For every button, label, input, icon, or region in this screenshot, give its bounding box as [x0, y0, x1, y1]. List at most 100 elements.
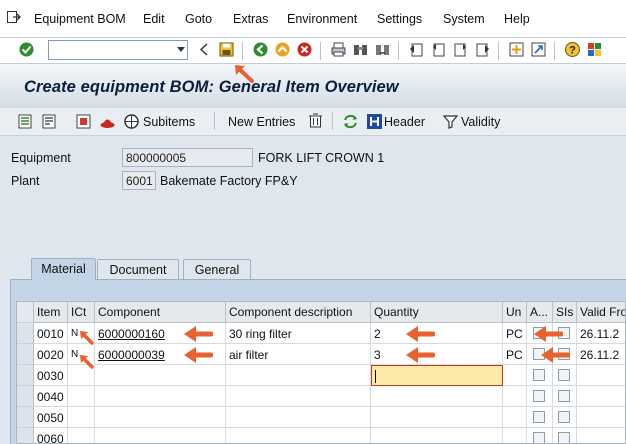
quantity-cell[interactable] — [371, 386, 503, 407]
column-header-item[interactable]: Item — [34, 302, 68, 323]
cancel-icon[interactable] — [296, 41, 313, 58]
menu-help[interactable]: Help — [504, 12, 530, 26]
enter-check-icon[interactable] — [18, 41, 35, 58]
quantity-cell[interactable]: 3 — [371, 344, 503, 365]
shortcut-icon[interactable] — [530, 41, 547, 58]
tab-material[interactable]: Material — [31, 258, 96, 280]
assembly-checkbox[interactable] — [533, 369, 545, 381]
quantity-cell[interactable] — [371, 428, 503, 443]
component-cell[interactable] — [95, 428, 226, 443]
sis-checkbox[interactable] — [558, 432, 570, 443]
last-page-icon[interactable] — [474, 41, 491, 58]
column-header-unit[interactable]: Un — [503, 302, 527, 323]
row-selector[interactable] — [17, 386, 34, 407]
tab-document[interactable]: Document — [97, 259, 179, 279]
annotation-arrow-component-2 — [184, 347, 213, 363]
toolbar-separator — [498, 42, 499, 60]
column-header-ict[interactable]: ICt — [68, 302, 95, 323]
unit-cell[interactable] — [503, 386, 527, 407]
item-category-cell[interactable] — [68, 428, 95, 443]
column-header-quantity[interactable]: Quantity — [371, 302, 503, 323]
column-header-component-description[interactable]: Component description — [226, 302, 371, 323]
tab-general[interactable]: General — [183, 259, 251, 279]
annotation-arrow-save — [235, 65, 254, 83]
column-header-assembly[interactable]: A... — [527, 302, 553, 323]
equipment-field: 800000005 — [122, 148, 253, 167]
back-small-icon[interactable] — [196, 41, 213, 58]
command-field[interactable] — [48, 40, 188, 60]
quantity-input-focused[interactable] — [371, 365, 503, 386]
customize-layout-icon[interactable] — [586, 41, 603, 58]
exit-icon[interactable] — [7, 11, 21, 23]
delete-icon[interactable] — [307, 112, 324, 129]
column-header-valid-from[interactable]: Valid Fro — [577, 302, 625, 323]
menu-system[interactable]: System — [443, 12, 485, 26]
new-entries-button[interactable]: New Entries — [228, 115, 295, 129]
menu-equipment-bom[interactable]: Equipment BOM — [34, 12, 126, 26]
item-category-cell[interactable] — [68, 386, 95, 407]
validity-filter-icon — [442, 115, 459, 129]
user-hat-icon[interactable] — [99, 113, 116, 130]
annotation-arrow-assembly-2 — [541, 347, 570, 363]
print-icon[interactable] — [330, 41, 347, 58]
validity-button[interactable]: Validity — [461, 115, 500, 129]
select-all-corner[interactable] — [17, 302, 34, 323]
assembly-cell — [527, 407, 553, 428]
header-button[interactable]: Header — [384, 115, 425, 129]
item-detail-icon[interactable] — [41, 113, 58, 130]
menu-extras[interactable]: Extras — [233, 12, 268, 26]
assembly-checkbox[interactable] — [533, 432, 545, 443]
component-cell[interactable] — [95, 407, 226, 428]
sis-checkbox[interactable] — [558, 369, 570, 381]
quantity-cell[interactable] — [371, 407, 503, 428]
row-selector[interactable] — [17, 344, 34, 365]
find-next-icon[interactable] — [374, 41, 391, 58]
row-selector[interactable] — [17, 323, 34, 344]
chevron-down-icon[interactable] — [177, 47, 185, 52]
save-icon[interactable] — [218, 41, 235, 58]
row-selector[interactable] — [17, 407, 34, 428]
component-description-cell — [226, 386, 371, 407]
plant-label: Plant — [11, 174, 40, 188]
exit-up-icon[interactable] — [274, 41, 291, 58]
unit-cell[interactable] — [503, 407, 527, 428]
menu-environment[interactable]: Environment — [287, 12, 357, 26]
assembly-checkbox[interactable] — [533, 411, 545, 423]
back-icon[interactable] — [252, 41, 269, 58]
item-category-cell[interactable] — [68, 407, 95, 428]
sis-checkbox[interactable] — [558, 390, 570, 402]
subitems-button[interactable]: Subitems — [143, 115, 195, 129]
subitems-icon — [124, 114, 139, 129]
column-header-sis[interactable]: SIs — [553, 302, 577, 323]
component-icon[interactable] — [75, 113, 92, 130]
create-session-icon[interactable] — [508, 41, 525, 58]
equipment-value: 800000005 — [126, 151, 187, 165]
unit-cell[interactable]: PC — [503, 323, 527, 344]
menu-goto[interactable]: Goto — [185, 12, 212, 26]
unit-cell[interactable] — [503, 428, 527, 443]
first-page-icon[interactable] — [408, 41, 425, 58]
menu-settings[interactable]: Settings — [377, 12, 422, 26]
row-selector[interactable] — [17, 365, 34, 386]
item-cell: 0030 — [34, 365, 68, 386]
quantity-cell[interactable]: 2 — [371, 323, 503, 344]
next-page-icon[interactable] — [452, 41, 469, 58]
row-selector[interactable] — [17, 428, 34, 443]
component-cell[interactable] — [95, 386, 226, 407]
previous-page-icon[interactable] — [430, 41, 447, 58]
unit-cell[interactable] — [503, 365, 527, 386]
menu-edit[interactable]: Edit — [143, 12, 165, 26]
assembly-checkbox[interactable] — [533, 390, 545, 402]
valid-from-cell: 26.11.2 — [577, 344, 625, 365]
find-icon[interactable] — [352, 41, 369, 58]
unit-cell[interactable]: PC — [503, 344, 527, 365]
component-cell[interactable] — [95, 365, 226, 386]
help-icon[interactable]: ? — [564, 41, 581, 58]
sis-checkbox[interactable] — [558, 411, 570, 423]
text-cursor — [375, 370, 376, 383]
overview-icon[interactable] — [17, 113, 34, 130]
column-header-component[interactable]: Component — [95, 302, 226, 323]
item-cell: 0050 — [34, 407, 68, 428]
plant-value: 6001 — [126, 174, 153, 188]
refresh-icon[interactable] — [342, 113, 359, 130]
